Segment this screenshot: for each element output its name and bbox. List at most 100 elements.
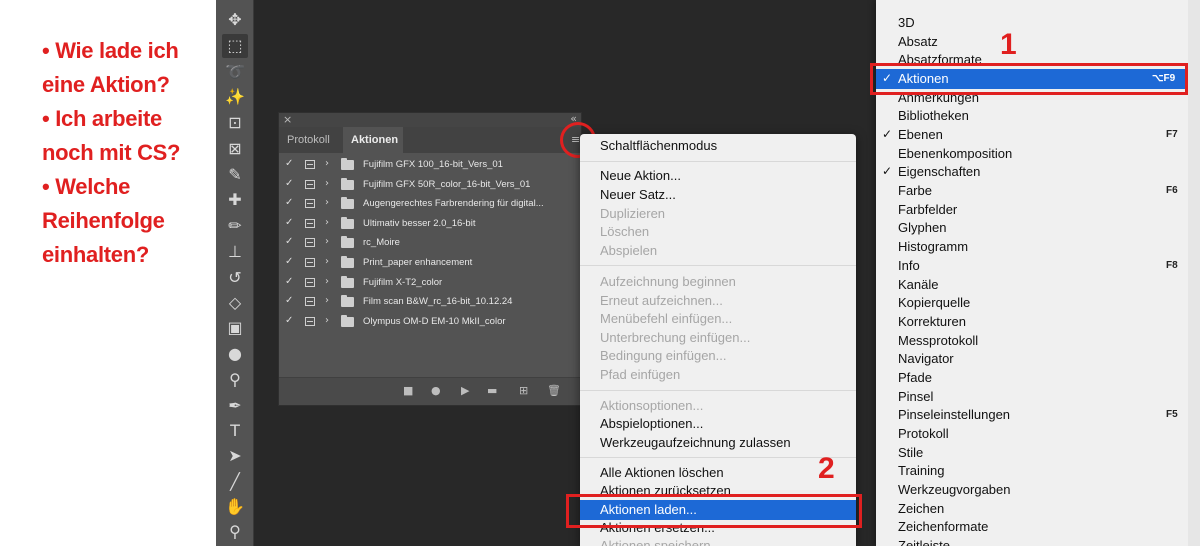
- new-action-icon[interactable]: ⊞: [519, 384, 528, 397]
- window-menu-item[interactable]: Stile: [898, 445, 923, 460]
- dialog-toggle-icon[interactable]: [305, 218, 315, 228]
- action-set-row[interactable]: ✓ › Ultimativ besser 2.0_16-bit: [279, 214, 581, 234]
- expand-arrow-icon[interactable]: ›: [325, 236, 329, 247]
- window-menu-item[interactable]: Zeichen: [898, 501, 944, 516]
- window-menu-item[interactable]: ✓ Ebenen: [882, 127, 943, 142]
- action-set-row[interactable]: ✓ › Fujifilm X-T2_color: [279, 273, 581, 293]
- dialog-toggle-icon[interactable]: [305, 277, 315, 287]
- window-menu-item[interactable]: Messprotokoll: [898, 333, 978, 348]
- window-menu-item[interactable]: Kanäle: [898, 277, 938, 292]
- expand-arrow-icon[interactable]: ›: [325, 197, 329, 208]
- expand-arrow-icon[interactable]: ›: [325, 256, 329, 267]
- expand-arrow-icon[interactable]: ›: [325, 315, 329, 326]
- expand-arrow-icon[interactable]: ›: [325, 276, 329, 287]
- expand-arrow-icon[interactable]: ›: [325, 158, 329, 169]
- gradient-icon[interactable]: ▣: [222, 316, 248, 340]
- window-menu-item[interactable]: Pinseleinstellungen: [898, 407, 1010, 422]
- eyedropper-icon[interactable]: ✎: [222, 163, 248, 187]
- magic-wand-icon[interactable]: ✨: [222, 85, 248, 109]
- flyout-menu-item[interactable]: Löschen: [600, 224, 649, 239]
- flyout-menu-item[interactable]: Schaltflächenmodus: [600, 138, 717, 153]
- lasso-icon[interactable]: ➰: [222, 60, 248, 84]
- window-menu-item[interactable]: Training: [898, 463, 944, 478]
- zoom-icon[interactable]: ⚲: [222, 520, 248, 544]
- check-icon[interactable]: ✓: [285, 178, 293, 189]
- action-set-row[interactable]: ✓ › Fujifilm GFX 100_16-bit_Vers_01: [279, 155, 581, 175]
- check-icon[interactable]: ✓: [285, 236, 293, 247]
- window-menu-item[interactable]: Pinsel: [898, 389, 933, 404]
- line-icon[interactable]: ╱: [222, 470, 248, 494]
- panel-title-bar[interactable]: × «: [279, 112, 581, 127]
- window-menu-item[interactable]: Werkzeugvorgaben: [898, 482, 1011, 497]
- window-menu-item[interactable]: Protokoll: [898, 426, 949, 441]
- check-icon[interactable]: ✓: [285, 295, 293, 306]
- flyout-menu-item[interactable]: Erneut aufzeichnen...: [600, 293, 723, 308]
- flyout-menu-item[interactable]: Werkzeugaufzeichnung zulassen: [600, 435, 791, 450]
- window-menu-item[interactable]: Kopierquelle: [898, 295, 970, 310]
- dialog-toggle-icon[interactable]: [305, 238, 315, 248]
- tab-aktionen[interactable]: Aktionen: [343, 127, 403, 153]
- brush-icon[interactable]: ✏: [222, 214, 248, 238]
- dialog-toggle-icon[interactable]: [305, 316, 315, 326]
- flyout-menu-item[interactable]: Duplizieren: [600, 206, 665, 221]
- move-icon[interactable]: ✥: [222, 8, 248, 32]
- eraser-icon[interactable]: ◇: [222, 291, 248, 315]
- expand-arrow-icon[interactable]: ›: [325, 217, 329, 228]
- window-menu-item[interactable]: Pfade: [898, 370, 932, 385]
- play-icon[interactable]: ▶: [461, 384, 469, 397]
- hand-icon[interactable]: ✋: [222, 495, 248, 519]
- action-set-row[interactable]: ✓ › Print_paper enhancement: [279, 253, 581, 273]
- window-menu-item[interactable]: Zeitleiste: [898, 538, 950, 546]
- window-menu-item[interactable]: Histogramm: [898, 239, 968, 254]
- dialog-toggle-icon[interactable]: [305, 199, 315, 209]
- flyout-menu-item[interactable]: Abspieloptionen...: [600, 416, 703, 431]
- flyout-menu-item[interactable]: Neuer Satz...: [600, 187, 676, 202]
- window-menu-item[interactable]: Absatz: [898, 34, 938, 49]
- window-menu-item[interactable]: Bibliotheken: [898, 108, 969, 123]
- window-menu-item[interactable]: Glyphen: [898, 220, 946, 235]
- path-selection-icon[interactable]: ➤: [222, 444, 248, 468]
- flyout-menu-item[interactable]: Neue Aktion...: [600, 168, 681, 183]
- check-icon[interactable]: ✓: [285, 256, 293, 267]
- dialog-toggle-icon[interactable]: [305, 179, 315, 189]
- action-set-row[interactable]: ✓ › Olympus OM-D EM-10 MkII_color: [279, 312, 581, 332]
- crop-icon[interactable]: ⊡: [222, 111, 248, 135]
- window-menu-item[interactable]: Korrekturen: [898, 314, 966, 329]
- check-icon[interactable]: ✓: [285, 158, 293, 169]
- window-menu-item[interactable]: 3D: [898, 15, 915, 30]
- flyout-menu-item[interactable]: Menübefehl einfügen...: [600, 311, 732, 326]
- marquee-icon[interactable]: ⬚: [222, 34, 248, 58]
- trash-icon[interactable]: 🗑: [547, 384, 561, 397]
- window-menu-item[interactable]: Navigator: [898, 351, 954, 366]
- flyout-menu-item[interactable]: Pfad einfügen: [600, 367, 680, 382]
- dialog-toggle-icon[interactable]: [305, 160, 315, 169]
- frame-icon[interactable]: ⊠: [222, 137, 248, 161]
- action-set-row[interactable]: ✓ › rc_Moire: [279, 233, 581, 253]
- dialog-toggle-icon[interactable]: [305, 297, 315, 307]
- type-icon[interactable]: T: [222, 419, 248, 443]
- window-menu-item[interactable]: Farbfelder: [898, 202, 957, 217]
- record-icon[interactable]: ●: [431, 384, 441, 397]
- dialog-toggle-icon[interactable]: [305, 257, 315, 267]
- pen-icon[interactable]: ✒: [222, 394, 248, 418]
- close-icon[interactable]: ×: [283, 113, 292, 126]
- flyout-menu-item[interactable]: Aufzeichnung beginnen: [600, 274, 736, 289]
- action-set-row[interactable]: ✓ › Augengerechtes Farbrendering für digit…: [279, 194, 581, 214]
- stop-icon[interactable]: ■: [403, 384, 413, 397]
- check-icon[interactable]: ✓: [285, 197, 293, 208]
- action-set-row[interactable]: ✓ › Film scan B&W_rc_16-bit_10.12.24: [279, 292, 581, 312]
- window-menu-item[interactable]: Zeichenformate: [898, 519, 988, 534]
- tab-protokoll[interactable]: Protokoll: [279, 127, 338, 153]
- dodge-icon[interactable]: ⚲: [222, 368, 248, 392]
- check-icon[interactable]: ✓: [285, 276, 293, 287]
- window-menu-item[interactable]: Info: [898, 258, 920, 273]
- healing-brush-icon[interactable]: ✚: [222, 188, 248, 212]
- action-set-row[interactable]: ✓ › Fujifilm GFX 50R_color_16-bit_Vers_01: [279, 175, 581, 195]
- history-brush-icon[interactable]: ↺: [222, 266, 248, 290]
- flyout-menu-item[interactable]: Unterbrechung einfügen...: [600, 330, 750, 345]
- flyout-menu-item[interactable]: Aktionen speichern...: [600, 538, 721, 546]
- window-menu-item[interactable]: Ebenenkomposition: [898, 146, 1012, 161]
- new-set-icon[interactable]: ▬: [487, 384, 497, 397]
- flyout-menu-item[interactable]: Alle Aktionen löschen: [600, 465, 724, 480]
- check-icon[interactable]: ✓: [285, 217, 293, 228]
